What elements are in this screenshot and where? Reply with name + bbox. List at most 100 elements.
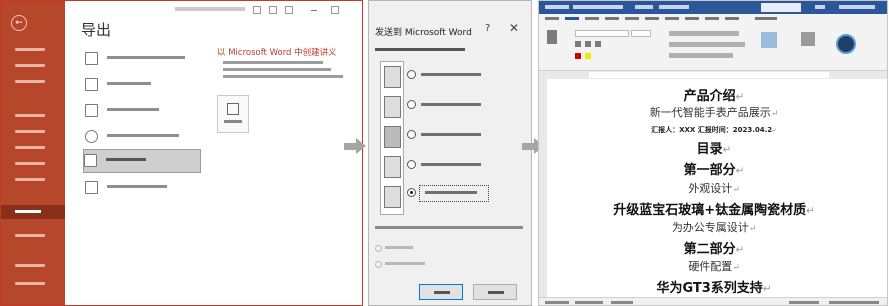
sidebar-item-account[interactable] xyxy=(15,264,45,267)
export-option-gif[interactable] xyxy=(85,100,195,120)
search-box[interactable] xyxy=(761,3,801,12)
paragraph-tools[interactable] xyxy=(669,42,745,47)
paragraph-mark: ↵ xyxy=(772,128,777,134)
sidebar-item-open[interactable] xyxy=(15,80,45,83)
cancel-button[interactable] xyxy=(473,284,517,300)
sidebar-item-export[interactable] xyxy=(1,205,65,219)
document-line[interactable]: 硬件配置↵ xyxy=(549,258,879,274)
export-option-video[interactable] xyxy=(85,74,195,94)
paragraph-mark: ↵ xyxy=(735,244,745,256)
tab-file[interactable] xyxy=(545,17,559,20)
settings-icon[interactable] xyxy=(285,6,293,14)
document-line[interactable]: 华为GT3系列支持↵ xyxy=(549,277,879,296)
sidebar-item-save[interactable] xyxy=(15,130,45,133)
layout-section-label xyxy=(375,45,465,55)
document-line-text: 第二部分 xyxy=(683,242,736,257)
radio-paste[interactable] xyxy=(375,245,382,252)
minimize-icon[interactable] xyxy=(311,10,317,11)
document-page[interactable]: 产品介绍↵ 新一代智能手表产品展示↵ 汇报人：XXX 汇报时间：2023.04.2↵… xyxy=(549,81,879,296)
tab-home[interactable] xyxy=(565,17,579,20)
sidebar-item-home[interactable] xyxy=(15,48,45,51)
paragraph-tools[interactable] xyxy=(669,31,739,36)
tab-insert[interactable] xyxy=(585,17,599,20)
bullet-line xyxy=(223,68,331,71)
dialog-title: 发送到 Microsoft Word xyxy=(375,28,472,38)
export-option-handouts[interactable] xyxy=(83,149,201,173)
horizontal-ruler xyxy=(539,71,887,79)
sidebar-item-info[interactable] xyxy=(15,114,45,117)
document-line-text: 产品介绍 xyxy=(683,89,736,104)
sidebar-item-options[interactable] xyxy=(15,282,45,285)
close-icon[interactable]: ✕ xyxy=(509,21,519,35)
document-line-text: 升级蓝宝石玻璃+钛金属陶瓷材质 xyxy=(613,203,807,218)
document-line[interactable]: 汇报人：XXX 汇报时间：2023.04.2↵ xyxy=(549,125,879,135)
back-arrow-icon[interactable]: ← xyxy=(11,15,27,31)
radio-paste-link[interactable] xyxy=(375,261,382,268)
sidebar-item-close[interactable] xyxy=(15,234,45,237)
export-option-package-cd[interactable] xyxy=(85,126,195,146)
paragraph-mark: ↵ xyxy=(762,283,772,295)
create-handouts-button[interactable] xyxy=(217,95,249,133)
italic-icon[interactable] xyxy=(585,41,591,47)
paragraph-mark: ↵ xyxy=(735,91,745,103)
styles-icon[interactable] xyxy=(761,32,777,48)
tab-mailings[interactable] xyxy=(665,17,679,20)
document-line[interactable]: 第二部分↵ xyxy=(549,238,879,257)
user-icon[interactable] xyxy=(253,6,261,14)
window-title xyxy=(175,7,245,11)
paste-link-label xyxy=(385,262,425,265)
tab-extra[interactable] xyxy=(755,17,777,20)
help-icon[interactable] xyxy=(269,6,277,14)
send-to-word-dialog: 发送到 Microsoft Word ? ✕ xyxy=(368,0,532,306)
highlight-icon[interactable] xyxy=(585,53,591,59)
layout-thumbnail xyxy=(384,96,401,118)
help-icon[interactable]: ? xyxy=(485,23,490,34)
export-option-change-file-type[interactable] xyxy=(85,177,195,197)
font-size-select[interactable] xyxy=(631,30,651,37)
underline-icon[interactable] xyxy=(595,41,601,47)
status-bar xyxy=(539,297,887,305)
tab-view[interactable] xyxy=(705,17,719,20)
layout-thumbnail xyxy=(384,186,401,208)
document-line[interactable]: 外观设计↵ xyxy=(549,180,879,196)
document-line-text: 为办公专属设计 xyxy=(671,221,749,234)
document-line[interactable]: 目录↵ xyxy=(549,138,879,157)
document-line[interactable]: 产品介绍↵ xyxy=(549,85,879,104)
page-title: 导出 xyxy=(81,21,112,39)
sidebar-item-new[interactable] xyxy=(15,64,45,67)
tab-help[interactable] xyxy=(725,17,739,20)
paste-label xyxy=(385,246,413,249)
word-window: 产品介绍↵ 新一代智能手表产品展示↵ 汇报人：XXX 汇报时间：2023.04.2↵… xyxy=(538,0,888,306)
paragraph-tools[interactable] xyxy=(669,53,733,58)
document-line-text: 汇报人：XXX 汇报时间：2023.04.2 xyxy=(651,126,773,134)
sidebar-item-print[interactable] xyxy=(15,162,45,165)
sidebar-item-save-as[interactable] xyxy=(15,146,45,149)
document-line-text: 外观设计 xyxy=(688,182,733,195)
font-name-select[interactable] xyxy=(575,30,629,37)
globe-icon[interactable] xyxy=(836,34,856,54)
document-line-text: 新一代智能手表产品展示 xyxy=(649,106,771,119)
maximize-icon[interactable] xyxy=(331,6,339,14)
tab-references[interactable] xyxy=(645,17,659,20)
tab-design[interactable] xyxy=(605,17,619,20)
gif-icon xyxy=(85,104,98,117)
ribbon xyxy=(539,24,887,71)
document-line[interactable]: 升级蓝宝石玻璃+钛金属陶瓷材质↵ xyxy=(549,199,879,218)
paste-icon[interactable] xyxy=(547,30,557,44)
bold-icon[interactable] xyxy=(575,41,581,47)
document-line[interactable]: 第一部分↵ xyxy=(549,159,879,178)
tab-layout[interactable] xyxy=(625,17,639,20)
document-line[interactable]: 为办公专属设计↵ xyxy=(549,219,879,235)
document-line[interactable]: 新一代智能手表产品展示↵ xyxy=(549,104,879,120)
word-title-bar xyxy=(539,1,887,14)
paragraph-mark: ↵ xyxy=(770,109,779,119)
ok-button[interactable] xyxy=(419,284,463,300)
close-icon[interactable] xyxy=(351,6,357,12)
paragraph-mark: ↵ xyxy=(732,263,740,273)
tab-review[interactable] xyxy=(685,17,699,20)
export-option-pdf[interactable] xyxy=(85,48,195,68)
editing-icon[interactable] xyxy=(801,32,815,46)
font-color-icon[interactable] xyxy=(575,53,581,59)
sidebar-item-share[interactable] xyxy=(15,178,45,181)
paste-section-label xyxy=(375,226,523,229)
